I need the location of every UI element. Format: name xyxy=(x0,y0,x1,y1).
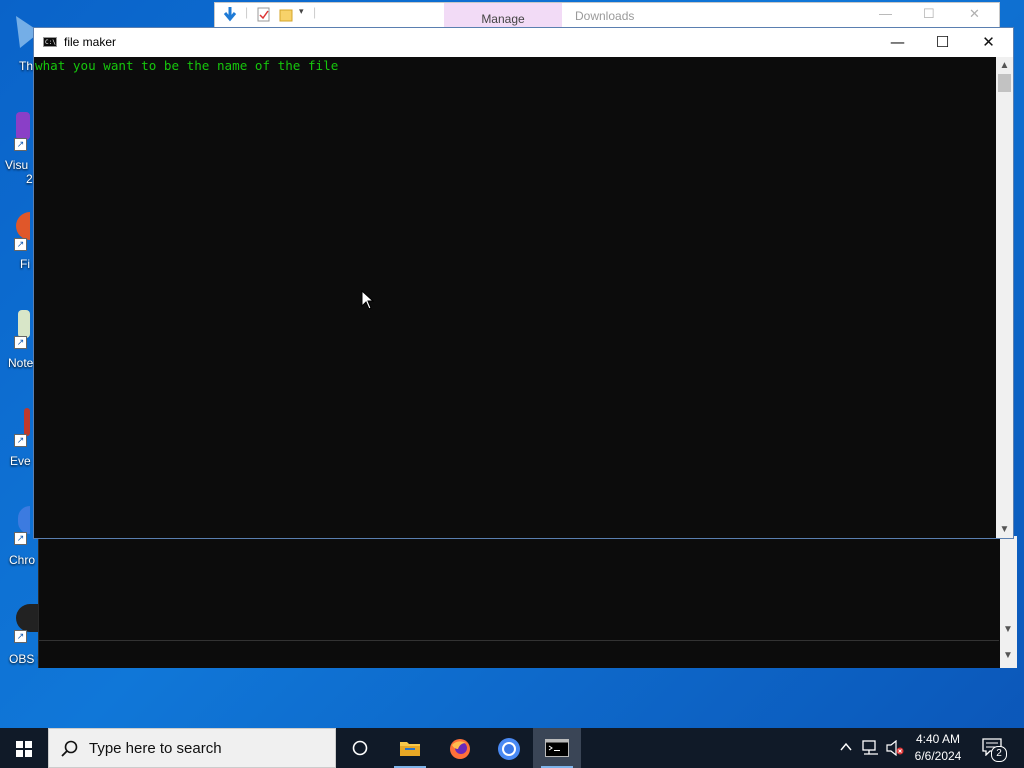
search-placeholder: Type here to search xyxy=(89,740,222,757)
scrollbar-thumb[interactable] xyxy=(998,74,1011,92)
firefox-desktop-icon xyxy=(16,212,30,240)
minimize-icon: — xyxy=(890,33,905,51)
manage-ribbon-tab[interactable]: Manage xyxy=(444,3,562,27)
chevron-up-icon[interactable] xyxy=(840,742,852,752)
clock-date: 6/6/2024 xyxy=(914,749,962,763)
terminal-icon xyxy=(545,739,569,757)
search-icon xyxy=(61,740,78,757)
separator: | xyxy=(313,5,317,19)
notepad-icon xyxy=(18,310,30,338)
minimize-icon[interactable]: — xyxy=(879,6,892,21)
scroll-up-icon[interactable]: ▲ xyxy=(996,57,1013,74)
desktop-icon-7[interactable]: ↗ OBS S xyxy=(0,604,46,684)
shortcut-arrow-icon: ↗ xyxy=(14,630,27,643)
folder-icon xyxy=(400,742,420,756)
desktop-icon-label: Chro xyxy=(9,553,36,567)
pane-divider xyxy=(39,640,999,641)
close-button[interactable]: ✕ xyxy=(966,28,1011,57)
console-output-area[interactable]: what you want to be the name of the file xyxy=(34,57,996,538)
taskbar-search-box[interactable]: Type here to search xyxy=(48,728,336,768)
file-explorer-taskbar-button[interactable] xyxy=(386,728,434,768)
chrome-icon xyxy=(498,738,520,760)
maximize-icon: ☐ xyxy=(935,33,950,51)
desktop-icon-sublabel: 2 xyxy=(26,172,33,186)
event-viewer-icon xyxy=(24,408,30,436)
desktop-icon-label: Fi xyxy=(20,257,30,271)
vertical-scrollbar[interactable]: ▲ ▼ xyxy=(996,57,1013,538)
window-title: Downloads xyxy=(575,9,635,23)
command-prompt-window[interactable]: C:\ file maker — ☐ ✕ what you want to be… xyxy=(33,27,1014,539)
title-bar[interactable]: C:\ file maker — ☐ ✕ xyxy=(34,28,1013,57)
obs-studio-icon xyxy=(16,604,38,632)
close-icon[interactable]: ✕ xyxy=(969,6,980,22)
notification-count-badge: 2 xyxy=(991,746,1007,762)
background-console-window[interactable]: ▼ ▼ xyxy=(38,536,1017,668)
console-app-icon: C:\ xyxy=(43,37,57,47)
minimize-button[interactable]: — xyxy=(875,28,920,57)
background-console-scrollbar[interactable]: ▼ ▼ xyxy=(1000,536,1017,668)
network-icon[interactable] xyxy=(862,740,880,756)
firefox-icon xyxy=(450,739,470,759)
file-explorer-window-background[interactable]: | ▾ | Manage Downloads — ☐ ✕ xyxy=(214,2,1000,28)
chrome-desktop-icon xyxy=(18,506,30,534)
properties-icon[interactable] xyxy=(257,7,271,22)
scroll-down-icon[interactable]: ▼ xyxy=(1003,650,1013,661)
shortcut-arrow-icon: ↗ xyxy=(14,532,27,545)
window-title: file maker xyxy=(64,35,117,49)
shortcut-arrow-icon: ↗ xyxy=(14,336,27,349)
taskbar-clock[interactable]: 4:40 AM 6/6/2024 xyxy=(906,731,970,765)
maximize-icon[interactable]: ☐ xyxy=(923,6,935,22)
shortcut-arrow-icon: ↗ xyxy=(14,434,27,447)
shortcut-arrow-icon: ↗ xyxy=(14,238,27,251)
new-folder-icon[interactable] xyxy=(279,7,293,22)
firefox-taskbar-button[interactable] xyxy=(436,728,484,768)
desktop-icon-label: Eve xyxy=(10,454,31,468)
shortcut-arrow-icon: ↗ xyxy=(14,138,27,151)
command-prompt-taskbar-button[interactable] xyxy=(533,728,581,768)
close-icon: ✕ xyxy=(982,33,995,51)
task-view-button[interactable] xyxy=(336,728,384,768)
chrome-taskbar-button[interactable] xyxy=(485,728,533,768)
volume-muted-icon[interactable] xyxy=(886,740,904,756)
maximize-button[interactable]: ☐ xyxy=(920,28,965,57)
clock-time: 4:40 AM xyxy=(915,732,961,746)
separator: | xyxy=(245,5,249,19)
console-output-line: what you want to be the name of the file xyxy=(35,58,339,73)
circle-icon xyxy=(352,740,368,756)
mouse-pointer-icon xyxy=(361,290,375,310)
download-arrow-icon xyxy=(223,7,237,22)
desktop-icon-label: Note xyxy=(8,356,34,370)
quick-access-dropdown-icon[interactable]: ▾ xyxy=(299,6,304,17)
taskbar: Type here to search 4:40 AM 6/6/2024 2 xyxy=(0,728,1024,768)
windows-logo-icon xyxy=(16,741,32,757)
desktop-icon-label: Visu xyxy=(5,158,29,172)
desktop-icon-label: Th xyxy=(19,59,34,73)
scroll-down-icon[interactable]: ▼ xyxy=(1003,624,1013,635)
action-center-button[interactable]: 2 xyxy=(980,736,1007,762)
start-button[interactable] xyxy=(0,728,48,768)
visual-studio-icon xyxy=(16,112,30,140)
scroll-down-icon[interactable]: ▼ xyxy=(996,521,1013,538)
